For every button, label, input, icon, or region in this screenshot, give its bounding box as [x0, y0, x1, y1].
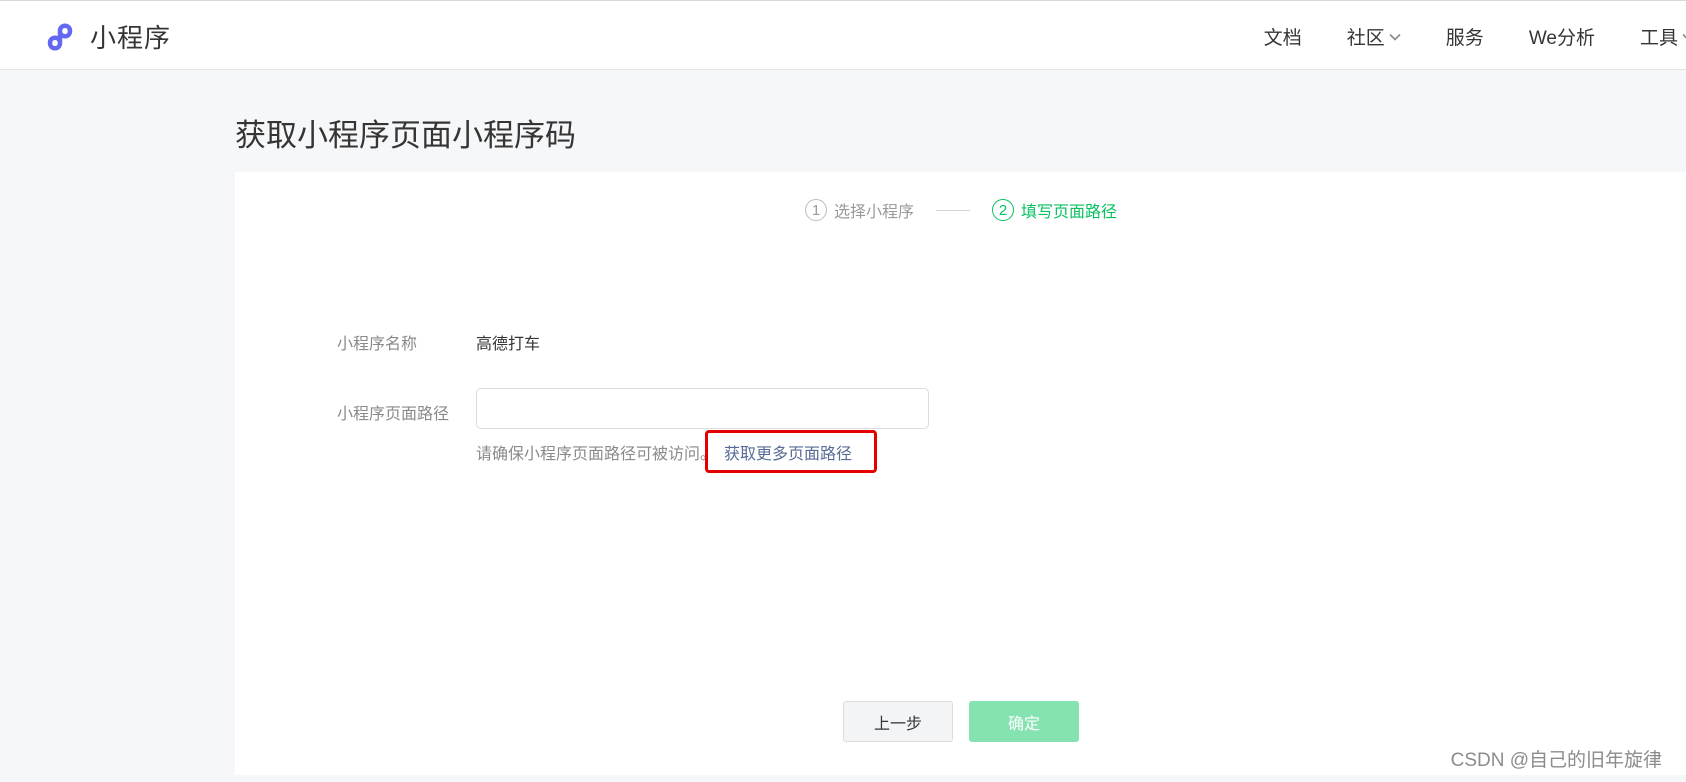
mini-program-name-value: 高德打车 — [476, 336, 541, 353]
top-navbar: 小程序 文档 社区 服务 We分析 工具 — [0, 0, 1686, 70]
step-label: 填写页面路径 — [1021, 204, 1118, 221]
previous-step-button[interactable]: 上一步 — [843, 701, 953, 742]
step-select-mini-program: 1 选择小程序 — [805, 198, 914, 222]
nav-item-docs[interactable]: 文档 — [1264, 23, 1302, 50]
page-title: 获取小程序页面小程序码 — [235, 118, 576, 153]
confirm-button[interactable]: 确定 — [969, 701, 1079, 742]
nav-item-we-analytics[interactable]: We分析 — [1529, 23, 1595, 50]
page-path-label: 小程序页面路径 — [337, 406, 450, 423]
get-more-page-paths-link[interactable]: 获取更多页面路径 — [724, 440, 852, 464]
step-number: 2 — [992, 199, 1015, 221]
nav-item-label: We分析 — [1528, 27, 1595, 49]
nav-item-label: 工具 — [1639, 27, 1678, 49]
hint-text: 请确保小程序页面路径可被访问。 — [476, 446, 717, 463]
nav-item-label: 社区 — [1346, 27, 1385, 49]
step-divider — [936, 209, 971, 211]
step-fill-page-path: 2 填写页面路径 — [992, 198, 1117, 222]
page-path-hint: 请确保小程序页面路径可被访问。 获取更多页面路径 — [476, 440, 852, 464]
mini-program-name-label: 小程序名称 — [337, 336, 418, 353]
main-nav: 文档 社区 服务 We分析 工具 — [1264, 1, 1686, 71]
step-number: 1 — [805, 199, 827, 221]
nav-item-services[interactable]: 服务 — [1446, 23, 1484, 50]
mini-program-logo-icon — [47, 23, 73, 51]
page-path-input[interactable] — [476, 388, 929, 429]
brand[interactable]: 小程序 — [44, 17, 171, 55]
step-indicator: 1 选择小程序 2 填写页面路径 — [805, 198, 1117, 222]
main-card: 1 选择小程序 2 填写页面路径 小程序名称 高德打车 小程序页面路径 请确保小… — [235, 172, 1686, 775]
chevron-down-icon — [1389, 33, 1401, 41]
step-label: 选择小程序 — [834, 204, 915, 221]
nav-item-community[interactable]: 社区 — [1347, 23, 1401, 50]
watermark: CSDN @自己的旧年旋律 — [1450, 750, 1662, 771]
brand-name: 小程序 — [90, 22, 172, 53]
chevron-down-icon — [1682, 33, 1686, 39]
nav-item-label: 服务 — [1445, 27, 1484, 49]
nav-item-label: 文档 — [1263, 27, 1302, 49]
nav-item-tools[interactable]: 工具 — [1640, 23, 1686, 50]
